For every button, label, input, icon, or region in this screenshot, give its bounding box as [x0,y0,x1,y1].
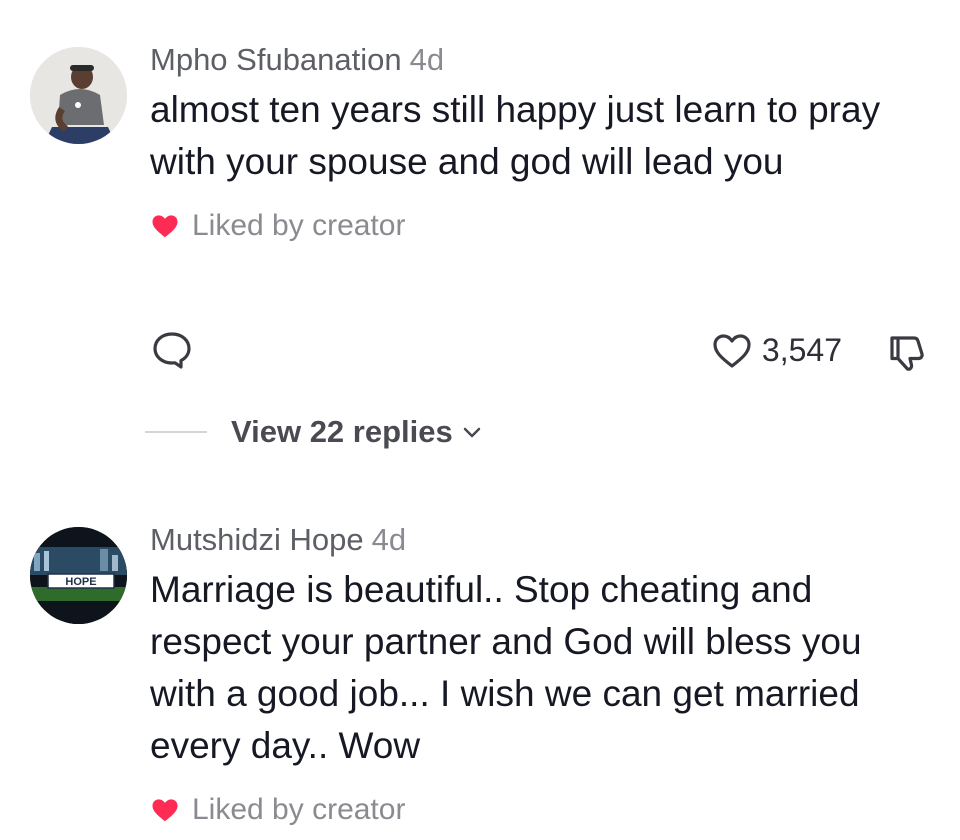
view-replies-button[interactable]: View 22 replies [145,412,483,452]
comment-meta: Mpho Sfubanation 4d [150,40,930,80]
reply-bubble-icon[interactable] [150,328,194,372]
liked-label: Liked by creator [192,793,406,826]
comment-text: Marriage is beautiful.. Stop cheating an… [150,569,862,766]
comment-actions: 3,547 [150,328,930,378]
heart-outline-icon [713,334,751,368]
comment-text: almost ten years still happy just learn … [150,89,881,182]
like-button[interactable]: 3,547 [710,328,842,372]
like-count: 3,547 [761,331,842,368]
dislike-icon[interactable] [884,330,930,374]
replies-divider [145,431,207,433]
avatar[interactable]: HOPE [30,527,127,624]
username[interactable]: Mpho Sfubanation [150,42,402,77]
liked-label: Liked by creator [192,209,406,242]
heart-filled-icon [152,215,178,238]
avatar[interactable] [30,47,127,144]
heart-filled-icon [152,799,178,822]
avatar-image [30,47,127,144]
timestamp: 4d [409,42,445,77]
timestamp: 4d [371,522,407,557]
avatar-image: HOPE [30,527,127,624]
username[interactable]: Mutshidzi Hope [150,522,364,557]
avatar-sign-text: HOPE [65,576,96,588]
comment-meta: Mutshidzi Hope 4d [150,520,930,560]
liked-by-creator: Liked by creator [150,790,930,830]
view-replies-label: View 22 replies [231,414,453,449]
chevron-down-icon [463,427,480,438]
liked-by-creator: Liked by creator [150,206,930,246]
